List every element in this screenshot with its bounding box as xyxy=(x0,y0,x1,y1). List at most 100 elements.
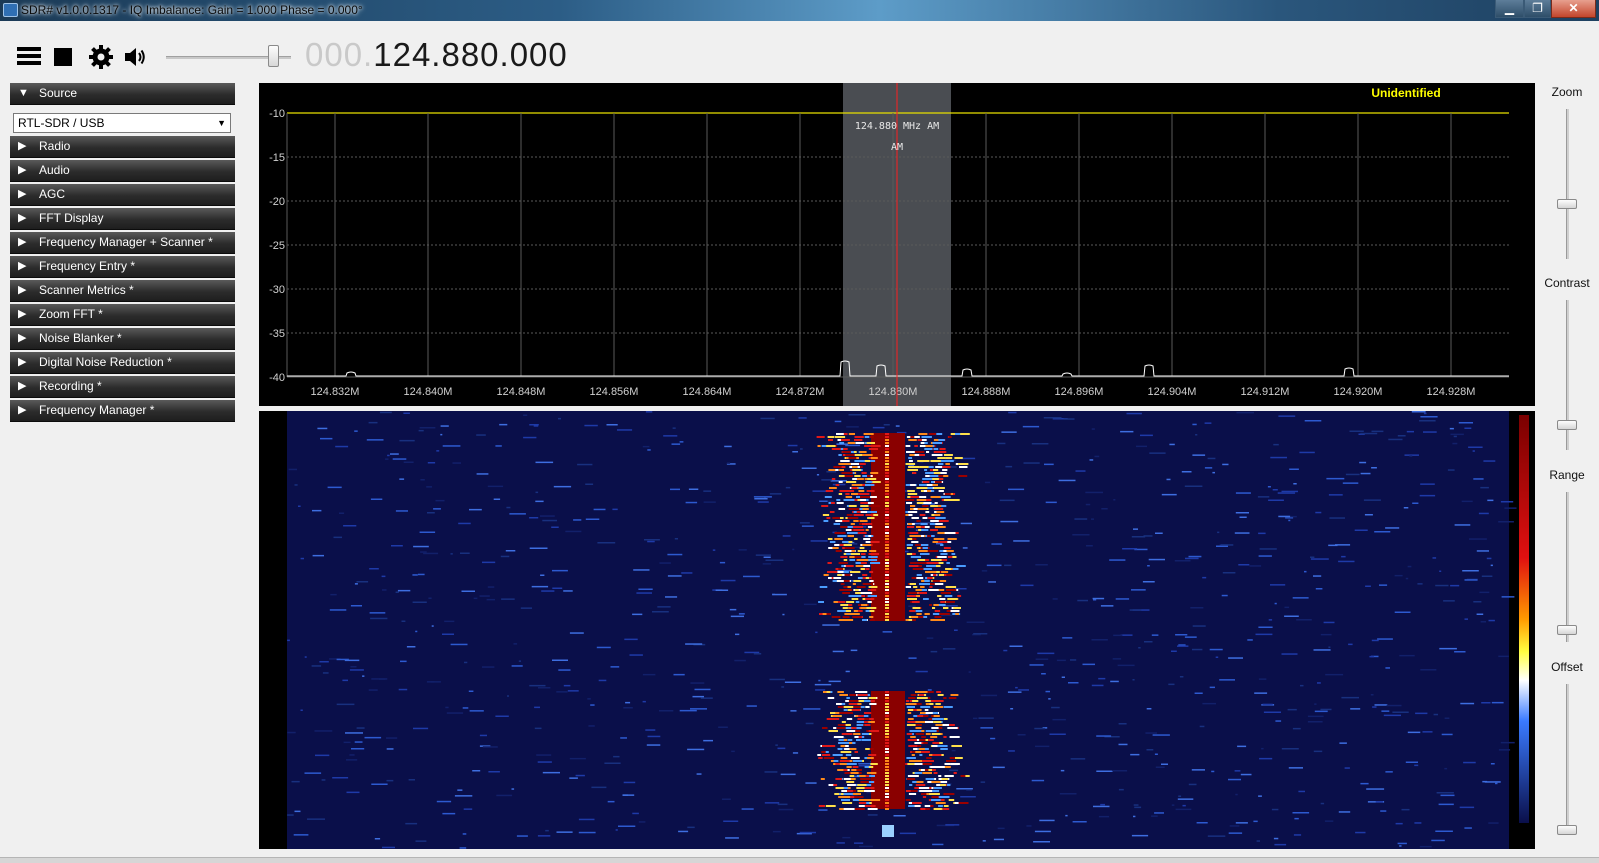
offset-slider-track[interactable] xyxy=(1566,684,1569,834)
waterfall-noise xyxy=(1045,690,1050,693)
waterfall-noise xyxy=(899,832,916,835)
waterfall-sideband xyxy=(909,730,918,732)
speaker-icon[interactable] xyxy=(122,44,148,70)
waterfall-sideband xyxy=(858,805,865,807)
source-select[interactable]: RTL-SDR / USB ▼ xyxy=(13,113,231,133)
waterfall-noise xyxy=(415,630,418,633)
waterfall-center xyxy=(885,784,889,786)
gear-icon[interactable] xyxy=(88,44,114,70)
waterfall-noise xyxy=(1490,763,1495,765)
waterfall-sideband xyxy=(844,619,854,621)
waterfall-noise xyxy=(1278,515,1291,518)
waterfall-sideband xyxy=(930,496,942,498)
zoom-slider-track[interactable] xyxy=(1566,109,1569,259)
waterfall-noise xyxy=(1284,615,1299,617)
waterfall-sideband xyxy=(932,613,940,615)
waterfall-sideband xyxy=(848,505,857,507)
close-button[interactable]: ✕ xyxy=(1551,0,1596,18)
source-select-value: RTL-SDR / USB xyxy=(18,116,105,130)
range-slider-track[interactable] xyxy=(1566,492,1569,642)
waterfall-sideband xyxy=(854,556,862,558)
menu-icon[interactable] xyxy=(15,44,41,70)
waterfall-noise xyxy=(1082,663,1095,666)
waterfall-noise xyxy=(1419,845,1432,848)
waterfall-sideband xyxy=(865,514,874,516)
waterfall-noise xyxy=(542,771,560,774)
panel-frequency-entry[interactable]: ▶ Frequency Entry * xyxy=(10,256,235,278)
waterfall-noise xyxy=(1190,607,1204,609)
waterfall-noise xyxy=(1292,727,1301,730)
panel-label: Zoom FFT * xyxy=(39,307,103,321)
panel-fft-display[interactable]: ▶ FFT Display xyxy=(10,208,235,230)
source-panel-header[interactable]: ▼ Source xyxy=(10,83,235,105)
waterfall-sideband xyxy=(854,730,861,732)
waterfall-noise xyxy=(1369,655,1374,658)
waterfall-sideband xyxy=(859,775,866,777)
panel-radio[interactable]: ▶ Radio xyxy=(10,136,235,158)
waterfall-noise xyxy=(408,779,415,781)
frequency-display[interactable]: 000.124.880.000 xyxy=(305,36,568,74)
waterfall-noise xyxy=(754,498,768,500)
panel-noise-blanker[interactable]: ▶ Noise Blanker * xyxy=(10,328,235,350)
waterfall-noise xyxy=(883,424,890,426)
waterfall-sideband xyxy=(944,808,950,810)
waterfall-display[interactable] xyxy=(259,411,1535,849)
waterfall-sideband xyxy=(928,562,939,564)
y-tick-label: -40 xyxy=(269,372,285,384)
waterfall-noise xyxy=(300,709,303,711)
waterfall-sideband xyxy=(918,550,928,552)
volume-slider-thumb[interactable] xyxy=(268,45,279,67)
waterfall-noise xyxy=(556,831,573,833)
waterfall-sideband xyxy=(857,718,865,720)
waterfall-noise xyxy=(1403,507,1409,509)
waterfall-noise xyxy=(815,631,818,634)
waterfall-sideband xyxy=(912,700,919,702)
waterfall-noise xyxy=(966,789,973,791)
waterfall-noise xyxy=(927,689,932,691)
maximize-button[interactable]: ❐ xyxy=(1524,0,1551,18)
waterfall-sideband xyxy=(921,580,925,582)
range-slider-thumb[interactable] xyxy=(1557,625,1577,636)
waterfall-noise xyxy=(1094,455,1100,458)
waterfall-noise xyxy=(1281,490,1298,493)
waterfall-sideband xyxy=(936,511,945,513)
panel-scanner-metrics[interactable]: ▶ Scanner Metrics * xyxy=(10,280,235,302)
waterfall-noise xyxy=(362,675,365,677)
minimize-button[interactable]: ▁ xyxy=(1495,0,1524,18)
offset-slider-thumb[interactable] xyxy=(1557,825,1577,836)
waterfall-sideband xyxy=(859,802,867,804)
waterfall-noise xyxy=(442,812,456,815)
panel-digital-noise-reduction[interactable]: ▶ Digital Noise Reduction * xyxy=(10,352,235,374)
panel-agc[interactable]: ▶ AGC xyxy=(10,184,235,206)
panel-frequency-manager-scanner[interactable]: ▶ Frequency Manager + Scanner * xyxy=(10,232,235,254)
stop-icon[interactable] xyxy=(54,48,72,66)
waterfall-sideband xyxy=(859,520,868,522)
waterfall-noise xyxy=(1117,664,1135,667)
waterfall-noise xyxy=(1460,702,1475,705)
waterfall-sideband xyxy=(906,547,912,549)
waterfall-noise xyxy=(1272,489,1278,491)
waterfall-noise xyxy=(426,486,432,488)
panel-zoom-fft[interactable]: ▶ Zoom FFT * xyxy=(10,304,235,326)
panel-audio[interactable]: ▶ Audio xyxy=(10,160,235,182)
zoom-slider-thumb[interactable] xyxy=(1557,199,1577,209)
x-tick-label: 124.880M xyxy=(869,386,918,398)
waterfall-sideband xyxy=(918,694,925,696)
frequency-digits[interactable]: 124.880.000 xyxy=(373,36,568,73)
frequency-leading-digits[interactable]: 000. xyxy=(305,36,373,73)
waterfall-noise xyxy=(287,731,296,734)
waterfall-sideband xyxy=(861,553,866,555)
waterfall-noise xyxy=(734,659,746,662)
waterfall-sideband xyxy=(833,727,837,729)
panel-recording[interactable]: ▶ Recording * xyxy=(10,376,235,398)
waterfall-sideband xyxy=(916,781,924,783)
waterfall-sideband xyxy=(939,448,946,450)
waterfall-noise xyxy=(1464,618,1468,620)
waterfall-noise xyxy=(1143,535,1153,537)
waterfall-sideband xyxy=(869,619,875,621)
contrast-slider-thumb[interactable] xyxy=(1557,419,1577,430)
spectrum-analyzer[interactable]: -10-15-20-25-30-35-40124.832M 124.840M 124… xyxy=(259,83,1535,406)
panel-frequency-manager[interactable]: ▶ Frequency Manager * xyxy=(10,400,235,422)
waterfall-sideband xyxy=(826,745,836,747)
waterfall-noise xyxy=(1254,692,1268,694)
